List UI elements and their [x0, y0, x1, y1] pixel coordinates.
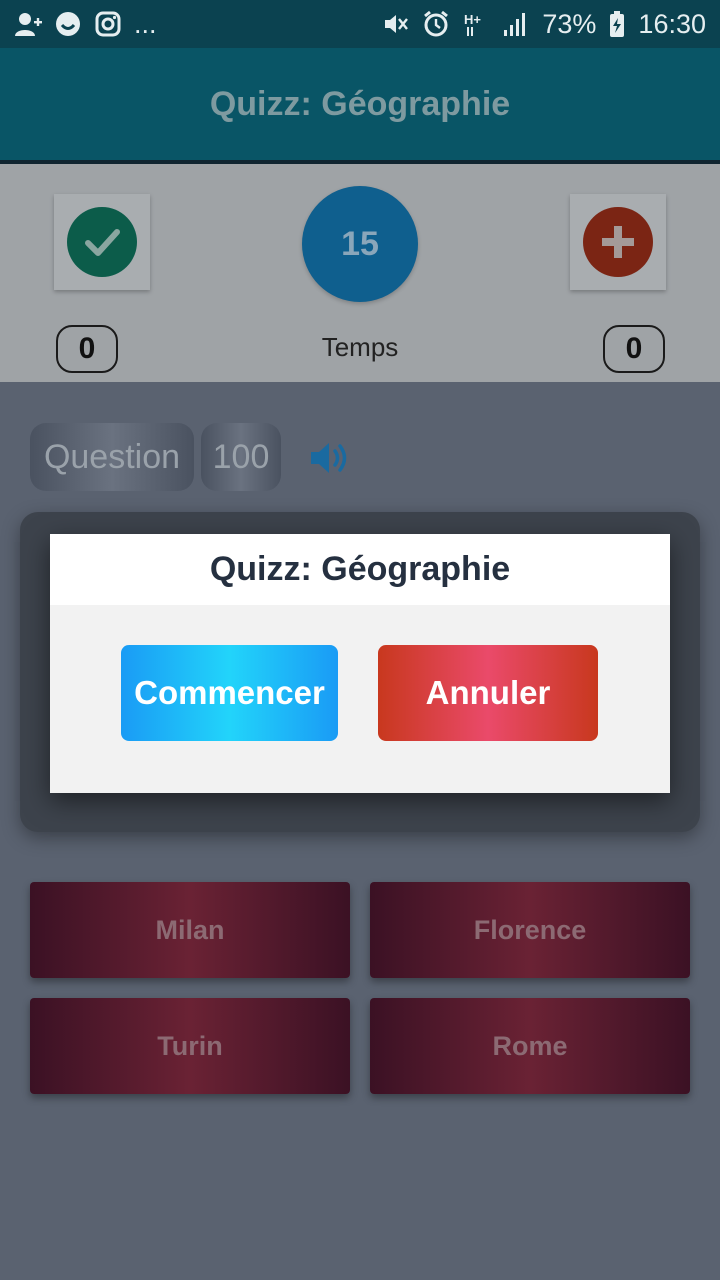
add-contact-icon: [15, 13, 42, 36]
wrong-circle: [583, 207, 653, 277]
notification-overflow: ...: [134, 8, 157, 39]
smiley-icon: [56, 12, 80, 36]
answer-button[interactable]: Florence: [370, 882, 690, 978]
correct-circle: [67, 207, 137, 277]
hplus-icon: H+: [464, 12, 482, 36]
start-button[interactable]: Commencer: [121, 645, 338, 741]
correct-count: 0: [56, 325, 118, 373]
signal-icon: [504, 13, 526, 36]
app-title: Quizz: Géographie: [209, 84, 511, 123]
wrong-count: 0: [603, 325, 665, 373]
wrong-answers-indicator: [570, 194, 666, 290]
battery-percent: 73%: [542, 8, 597, 39]
timer-circle: 15: [302, 186, 418, 302]
question-label: Question: [30, 423, 194, 491]
battery-charging-icon: [610, 11, 625, 37]
status-bar: ... H+ 73% 16:30: [0, 0, 720, 48]
alarm-icon: [424, 10, 449, 37]
mute-icon: [385, 15, 409, 33]
question-number: 100: [201, 423, 281, 491]
plus-icon: [602, 226, 634, 258]
app-bar: Quizz: Géographie: [0, 48, 720, 164]
score-panel: 15 0 Temps 0: [0, 164, 720, 382]
checkmark-icon: [85, 229, 120, 256]
cancel-button[interactable]: Annuler: [378, 645, 598, 741]
status-left: ...: [14, 9, 157, 40]
speaker-icon[interactable]: [309, 440, 353, 476]
dialog-title: Quizz: Géographie: [50, 534, 670, 605]
instagram-icon: [95, 11, 121, 37]
answer-button[interactable]: Rome: [370, 998, 690, 1094]
status-right: H+ 73% 16:30: [382, 9, 706, 40]
answer-button[interactable]: Milan: [30, 882, 350, 978]
svg-text:H+: H+: [464, 12, 481, 27]
correct-answers-indicator: [54, 194, 150, 290]
start-dialog: Quizz: Géographie Commencer Annuler: [50, 534, 670, 793]
answer-button[interactable]: Turin: [30, 998, 350, 1094]
timer-label: Temps: [321, 332, 399, 362]
clock: 16:30: [638, 8, 706, 39]
